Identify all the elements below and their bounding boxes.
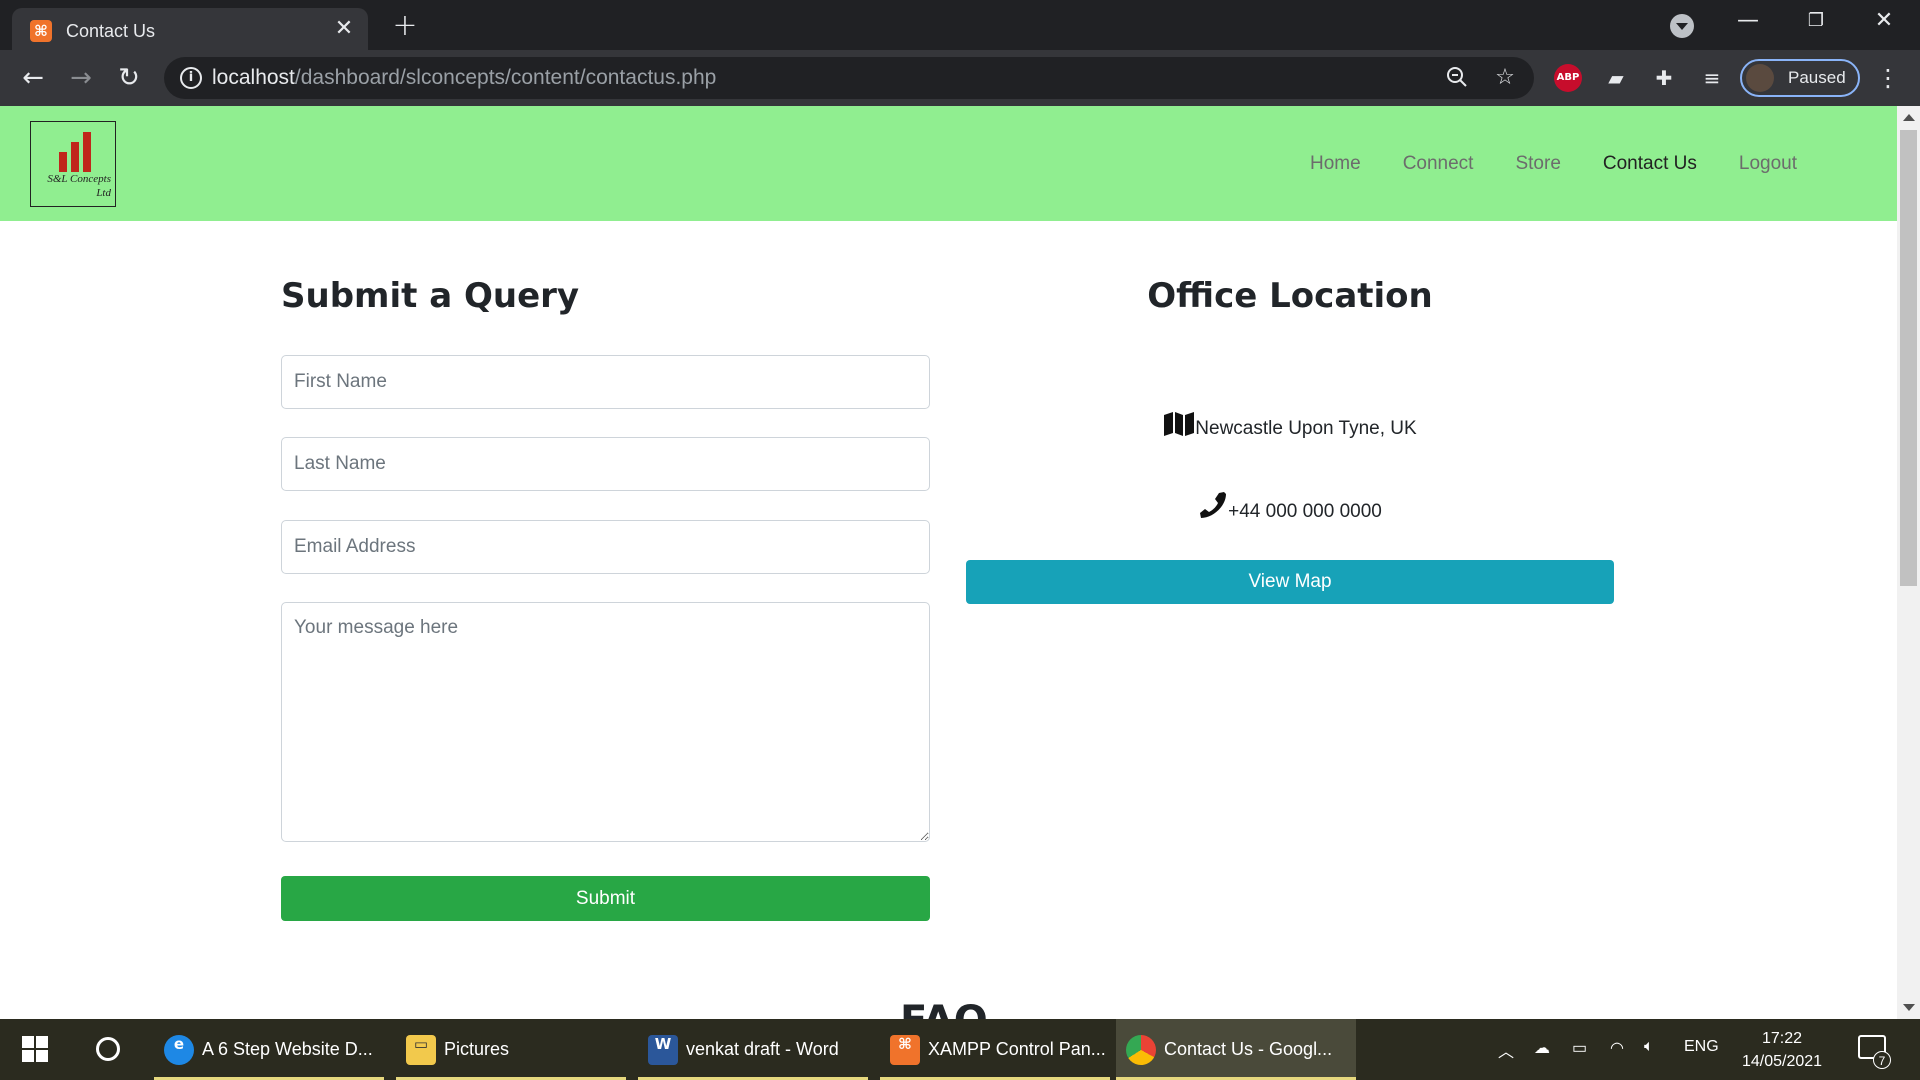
chrome-icon — [1126, 1035, 1156, 1065]
wifi-icon[interactable]: ◠ — [1610, 1038, 1624, 1058]
bookmark-star-icon[interactable]: ☆ — [1492, 65, 1518, 91]
faq-heading-partial: FAQ — [900, 998, 988, 1019]
profile-avatar — [1746, 64, 1774, 92]
cast-extension-icon[interactable]: ▰ — [1602, 64, 1630, 92]
main-nav: Home Connect Store Contact Us Logout — [1268, 153, 1797, 175]
minimize-window-icon[interactable]: — — [1728, 6, 1768, 36]
media-queue-icon[interactable]: ≡ — [1698, 64, 1726, 92]
office-address: Newcastle Upon Tyne, UK — [966, 411, 1614, 443]
taskbar-item-word[interactable]: W venkat draft - Word — [638, 1019, 868, 1080]
message-textarea[interactable] — [281, 602, 930, 842]
office-location-heading: Office Location — [1147, 276, 1433, 316]
view-map-button[interactable]: View Map — [966, 560, 1614, 604]
extensions-puzzle-icon[interactable]: ✚ — [1650, 64, 1678, 92]
battery-icon[interactable]: ▭ — [1572, 1038, 1587, 1058]
profile-button[interactable]: Paused — [1740, 59, 1860, 97]
logo-text: S&L Concepts Ltd — [47, 173, 111, 199]
page-scrollbar[interactable] — [1897, 106, 1920, 1019]
scroll-up-arrow-icon[interactable] — [1903, 114, 1915, 121]
company-logo[interactable]: S&L Concepts Ltd — [30, 121, 116, 207]
scroll-thumb[interactable] — [1900, 130, 1917, 586]
onedrive-error-icon[interactable]: ☁ — [1534, 1038, 1550, 1058]
folder-icon: ▭ — [406, 1035, 436, 1065]
restore-window-icon[interactable]: ❐ — [1796, 6, 1836, 36]
site-info-icon[interactable]: i — [180, 67, 202, 89]
clock-date: 14/05/2021 — [1741, 1053, 1823, 1070]
taskbar-item-chrome[interactable]: Contact Us - Googl... — [1116, 1019, 1356, 1080]
nav-contact-us[interactable]: Contact Us — [1603, 153, 1697, 175]
taskbar-item-edge[interactable]: e A 6 Step Website D... — [154, 1019, 384, 1080]
phone-icon — [1198, 490, 1228, 526]
notification-count-badge: 7 — [1873, 1051, 1891, 1069]
tab-title: Contact Us — [66, 21, 156, 41]
xampp-favicon-icon: ⌘ — [30, 20, 52, 42]
xampp-icon: ⌘ — [890, 1035, 920, 1065]
nav-logout[interactable]: Logout — [1739, 153, 1797, 175]
tab-close-icon[interactable]: ✕ — [332, 17, 356, 41]
address-bar[interactable]: i localhost/dashboard/slconcepts/content… — [164, 57, 1534, 99]
site-header: S&L Concepts Ltd Home Connect Store Cont… — [0, 106, 1897, 221]
address-text: Newcastle Upon Tyne, UK — [1195, 418, 1417, 439]
browser-menu-icon[interactable]: ⋮ — [1876, 63, 1900, 93]
clock-time: 17:22 — [1761, 1030, 1803, 1047]
word-icon: W — [648, 1035, 678, 1065]
cortana-search-icon[interactable] — [96, 1037, 120, 1061]
office-phone: +44 000 000 0000 — [966, 490, 1614, 526]
tab-search-icon[interactable] — [1670, 14, 1694, 38]
nav-home[interactable]: Home — [1310, 153, 1361, 175]
browser-toolbar: ← → ↻ i localhost/dashboard/slconcepts/c… — [0, 50, 1920, 106]
taskbar-item-pictures[interactable]: ▭ Pictures — [396, 1019, 626, 1080]
zoom-magnifier-icon[interactable] — [1444, 65, 1470, 91]
nav-connect[interactable]: Connect — [1403, 153, 1474, 175]
edge-browser-icon: e — [164, 1035, 194, 1065]
submit-query-heading: Submit a Query — [281, 276, 580, 316]
browser-tab-contact-us[interactable]: ⌘ Contact Us ✕ — [12, 8, 368, 50]
phone-text: +44 000 000 0000 — [1228, 501, 1382, 522]
show-hidden-icons-chevron-icon[interactable]: ︿ — [1498, 1038, 1514, 1062]
forward-arrow-icon[interactable]: → — [66, 63, 96, 93]
page-viewport: S&L Concepts Ltd Home Connect Store Cont… — [0, 106, 1897, 1019]
profile-status-label: Paused — [1788, 68, 1846, 87]
url-text[interactable]: localhost/dashboard/slconcepts/content/c… — [212, 66, 716, 90]
volume-icon[interactable]: 🔈︎ — [1644, 1038, 1654, 1056]
taskbar-item-xampp[interactable]: ⌘ XAMPP Control Pan... — [880, 1019, 1110, 1080]
logo-bars-icon — [57, 130, 97, 172]
system-clock[interactable]: 17:22 14/05/2021 — [1722, 1027, 1842, 1073]
nav-store[interactable]: Store — [1515, 153, 1560, 175]
input-language[interactable]: ENG — [1684, 1038, 1719, 1056]
new-tab-plus-icon[interactable]: + — [390, 11, 420, 42]
close-window-icon[interactable]: ✕ — [1864, 6, 1904, 36]
scroll-down-arrow-icon[interactable] — [1903, 1004, 1915, 1011]
last-name-input[interactable] — [281, 437, 930, 491]
reload-icon[interactable]: ↻ — [114, 63, 144, 93]
browser-tab-bar: ⌘ Contact Us ✕ + — ❐ ✕ — [0, 0, 1920, 50]
submit-button[interactable]: Submit — [281, 876, 930, 921]
email-address-input[interactable] — [281, 520, 930, 574]
windows-start-icon[interactable] — [22, 1036, 48, 1062]
first-name-input[interactable] — [281, 355, 930, 409]
back-arrow-icon[interactable]: ← — [18, 63, 48, 93]
adblock-plus-icon[interactable]: ABP — [1554, 64, 1582, 92]
map-icon — [1163, 411, 1195, 443]
windows-taskbar: e A 6 Step Website D... ▭ Pictures W ven… — [0, 1019, 1920, 1080]
